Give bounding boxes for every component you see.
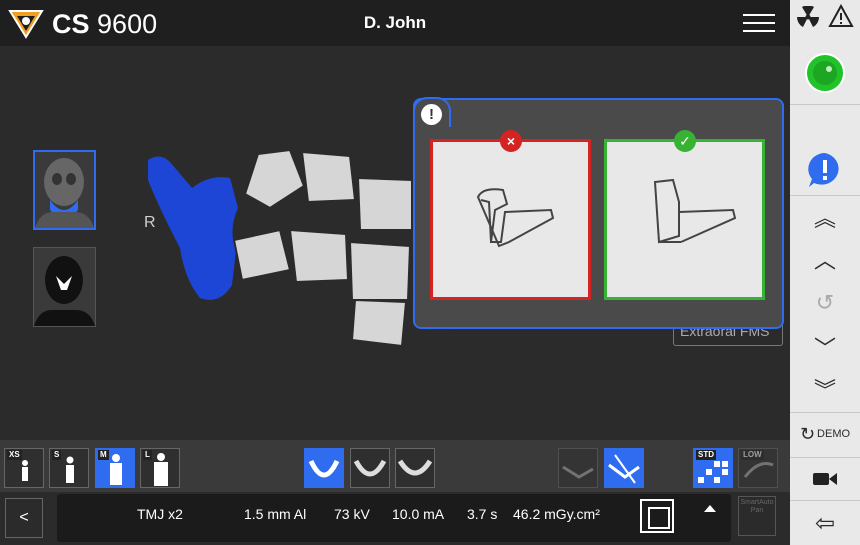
radiation-icon: [797, 6, 819, 27]
warning-icon: [828, 4, 854, 27]
camera-button[interactable]: [790, 460, 860, 498]
program-value: TMJ x2: [137, 506, 183, 522]
camera-icon: [813, 473, 837, 485]
scroll-top-button[interactable]: ︽: [790, 198, 860, 236]
dose-value: 46.2 mGy.cm²: [513, 506, 600, 522]
filtration-value: 1.5 mm Al: [244, 506, 307, 522]
bite-block-right-icon: [653, 178, 737, 244]
right-panel: ︽ ︿ ↺ ﹀ ︾ ↻ DEMO ⇦: [790, 0, 860, 545]
arch-wide-button[interactable]: [395, 448, 435, 488]
exposure-parameters: TMJ x2 1.5 mm Al 73 kV 10.0 mA 3.7 s 46.…: [57, 494, 731, 542]
time-value: 3.7 s: [467, 506, 498, 522]
chevron-down-icon: ﹀: [813, 336, 836, 361]
demo-label: DEMO: [817, 428, 851, 440]
chevron-double-down-icon: ︾: [813, 378, 836, 403]
arch-narrow-button[interactable]: [304, 448, 344, 488]
arch-medium-button[interactable]: [350, 448, 390, 488]
thumb-tmj-view[interactable]: [33, 150, 96, 230]
head-sinus-icon: [34, 256, 95, 326]
chevron-up-icon: ︿: [813, 248, 836, 273]
bite-block-option-button[interactable]: [604, 448, 644, 488]
standard-mode-button[interactable]: STD: [693, 448, 733, 488]
ready-status-button[interactable]: [790, 46, 860, 100]
no-bite-block-icon: [608, 454, 640, 484]
top-bar: CS 9600 D. John: [0, 0, 790, 46]
voltage-value: 73 kV: [334, 506, 370, 522]
dental-arch-icon: [308, 459, 340, 478]
history-icon: ↺: [815, 290, 835, 315]
check-badge-icon: ✓: [674, 130, 696, 152]
demo-icon: ↻: [799, 423, 816, 444]
current-value: 10.0 mA: [392, 506, 445, 522]
patient-name: D. John: [363, 13, 427, 32]
chevron-double-up-icon: ︽: [813, 206, 836, 231]
size-tag: S: [52, 450, 62, 460]
size-tag: L: [143, 450, 152, 460]
dental-arch-icon: [397, 459, 433, 476]
incorrect-bite-block-image: [430, 139, 591, 300]
message-button[interactable]: [790, 146, 860, 194]
exit-button[interactable]: ⇦: [790, 504, 860, 542]
size-tag: XS: [7, 450, 22, 460]
size-m-button[interactable]: M: [95, 448, 135, 488]
low-dose-button[interactable]: LOW: [738, 448, 778, 488]
low-tag: LOW: [741, 450, 764, 460]
scroll-down-button[interactable]: ﹀: [790, 328, 860, 366]
thumb-sinus-view[interactable]: [33, 247, 96, 327]
status-indicator-icon: [805, 53, 845, 93]
error-badge-icon: ×: [500, 130, 522, 152]
demo-button[interactable]: ↻ DEMO: [790, 414, 860, 454]
history-button[interactable]: ↺: [790, 284, 860, 322]
exclamation-icon: !: [421, 104, 442, 125]
smartauto-pan-button[interactable]: SmartAuto Pan: [738, 496, 776, 536]
message-alert-icon: [808, 153, 839, 187]
expand-caret-icon[interactable]: [704, 505, 716, 512]
teeth-option-button[interactable]: [558, 448, 598, 488]
scroll-up-button[interactable]: ︿: [790, 240, 860, 278]
brand-logo-icon: [8, 10, 44, 39]
size-tag: M: [98, 450, 109, 460]
brand-name: CS 9600: [52, 9, 158, 39]
bite-block-wrong-icon: [476, 188, 555, 248]
exit-icon: ⇦: [814, 509, 836, 537]
bottom-toolbar: XS S M L STD LOW: [0, 440, 790, 492]
app-window: CS 9600 D. John R Extraoral FMS ! × ✓ XS…: [0, 0, 860, 545]
std-tag: STD: [696, 450, 716, 460]
size-s-button[interactable]: S: [49, 448, 89, 488]
scroll-bottom-button[interactable]: ︾: [790, 370, 860, 408]
back-button[interactable]: <: [5, 498, 43, 538]
tooth-segment-icon: [562, 465, 594, 479]
skull-jaw-icon: [35, 158, 94, 228]
correct-bite-block-image: [604, 139, 765, 300]
dental-arch-icon: [353, 459, 387, 477]
size-xs-button[interactable]: XS: [4, 448, 44, 488]
menu-icon[interactable]: [743, 14, 775, 34]
exposure-frame-icon[interactable]: [640, 499, 674, 533]
size-l-button[interactable]: L: [140, 448, 180, 488]
